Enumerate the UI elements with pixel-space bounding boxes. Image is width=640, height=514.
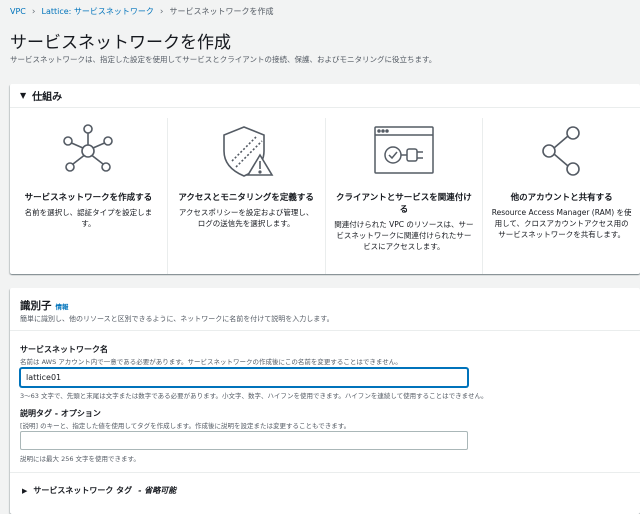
how-step-access: アクセスとモニタリングを定義する アクセスポリシーを設定および管理し、ログの送信…	[168, 118, 326, 274]
browser-connect-icon	[374, 126, 434, 174]
how-step-create: サービスネットワークを作成する 名前を選択し、認証タイプを設定します。	[10, 118, 168, 274]
identifiers-panel: 識別子 情報 簡単に識別し、他のリソースと区別できるように、ネットワークに名前を付…	[10, 288, 640, 514]
service-network-name-input[interactable]	[20, 368, 468, 387]
how-step-title: サービスネットワークを作成する	[24, 193, 153, 203]
shield-warning-icon	[223, 126, 274, 177]
how-it-works-title: 仕組み	[32, 92, 63, 103]
how-step-title: クライアントとサービスを関連付ける	[336, 193, 472, 215]
share-icon	[541, 126, 580, 176]
divider	[10, 472, 640, 473]
divider	[10, 330, 640, 331]
how-it-works-toggle[interactable]: ▼ 仕組み	[10, 84, 640, 108]
identifiers-title: 識別子	[20, 300, 52, 312]
breadcrumb-vpc-link[interactable]: VPC	[10, 7, 26, 16]
section-title: 識別子 情報	[20, 298, 69, 313]
chevron-right-icon: ›	[159, 6, 164, 17]
page-description: サービスネットワークは、指定した設定を使用してサービスとクライアントの接続、保護…	[10, 55, 437, 64]
desc-field-description: [説明] のキーと、指定した値を使用してタグを作成します。作成後に説明を設定また…	[20, 422, 351, 430]
name-field-description: 名前は AWS アカウント内で一意である必要があります。サービスネットワークの作…	[20, 358, 402, 366]
service-network-tags-expander[interactable]: ▶ サービスネットワーク タグ - 省略可能	[22, 485, 176, 496]
breadcrumb-current: サービスネットワークを作成	[169, 7, 274, 16]
tags-expander-label: サービスネットワーク タグ	[33, 486, 133, 495]
tags-expander-optional: - 省略可能	[138, 486, 177, 495]
caret-right-icon: ▶	[22, 486, 28, 495]
caret-down-icon: ▼	[20, 91, 27, 100]
chevron-right-icon: ›	[31, 6, 36, 17]
how-step-associate: クライアントとサービスを関連付ける 関連付けられた VPC のリソースは、サービ…	[326, 118, 484, 274]
identifiers-description: 簡単に識別し、他のリソースと区別できるように、ネットワークに名前を付けて説明を入…	[20, 315, 334, 323]
page-title: サービスネットワークを作成	[10, 33, 231, 53]
how-step-share: 他のアカウントと共有する Resource Access Manager (RA…	[483, 118, 640, 274]
how-step-text: 名前を選択し、認証タイプを設定します。	[24, 208, 153, 228]
name-field-constraint: 3〜63 文字で、先頭と末尾は文字または数字である必要があります。小文字、数字、…	[20, 392, 488, 400]
breadcrumb-lattice-link[interactable]: Lattice: サービスネットワーク	[42, 6, 154, 17]
desc-field-constraint: 説明には最大 256 文字を使用できます。	[20, 455, 140, 463]
how-it-works-panel: ▼ 仕組み サービスネットワークを作成する 名前を選択し、認証タイプを設定します…	[10, 84, 640, 274]
how-step-title: アクセスとモニタリングを定義する	[178, 193, 314, 203]
network-hub-icon	[63, 124, 114, 172]
desc-field-label: 説明タグ - オプション	[20, 409, 101, 418]
how-step-text: アクセスポリシーを設定および管理し、ログの送信先を選択します。	[178, 208, 314, 228]
name-field-label: サービスネットワーク名	[20, 345, 108, 354]
breadcrumb: VPC › Lattice: サービスネットワーク › サービスネットワークを作…	[10, 6, 274, 17]
description-tag-input[interactable]	[20, 431, 468, 450]
info-link[interactable]: 情報	[56, 303, 69, 311]
how-step-text: Resource Access Manager (RAM) を使用して、クロスア…	[491, 208, 632, 239]
how-step-title: 他のアカウントと共有する	[510, 193, 613, 203]
how-step-text: 関連付けられた VPC のリソースは、サービスネットワークに関連付けられたサービ…	[334, 220, 474, 251]
